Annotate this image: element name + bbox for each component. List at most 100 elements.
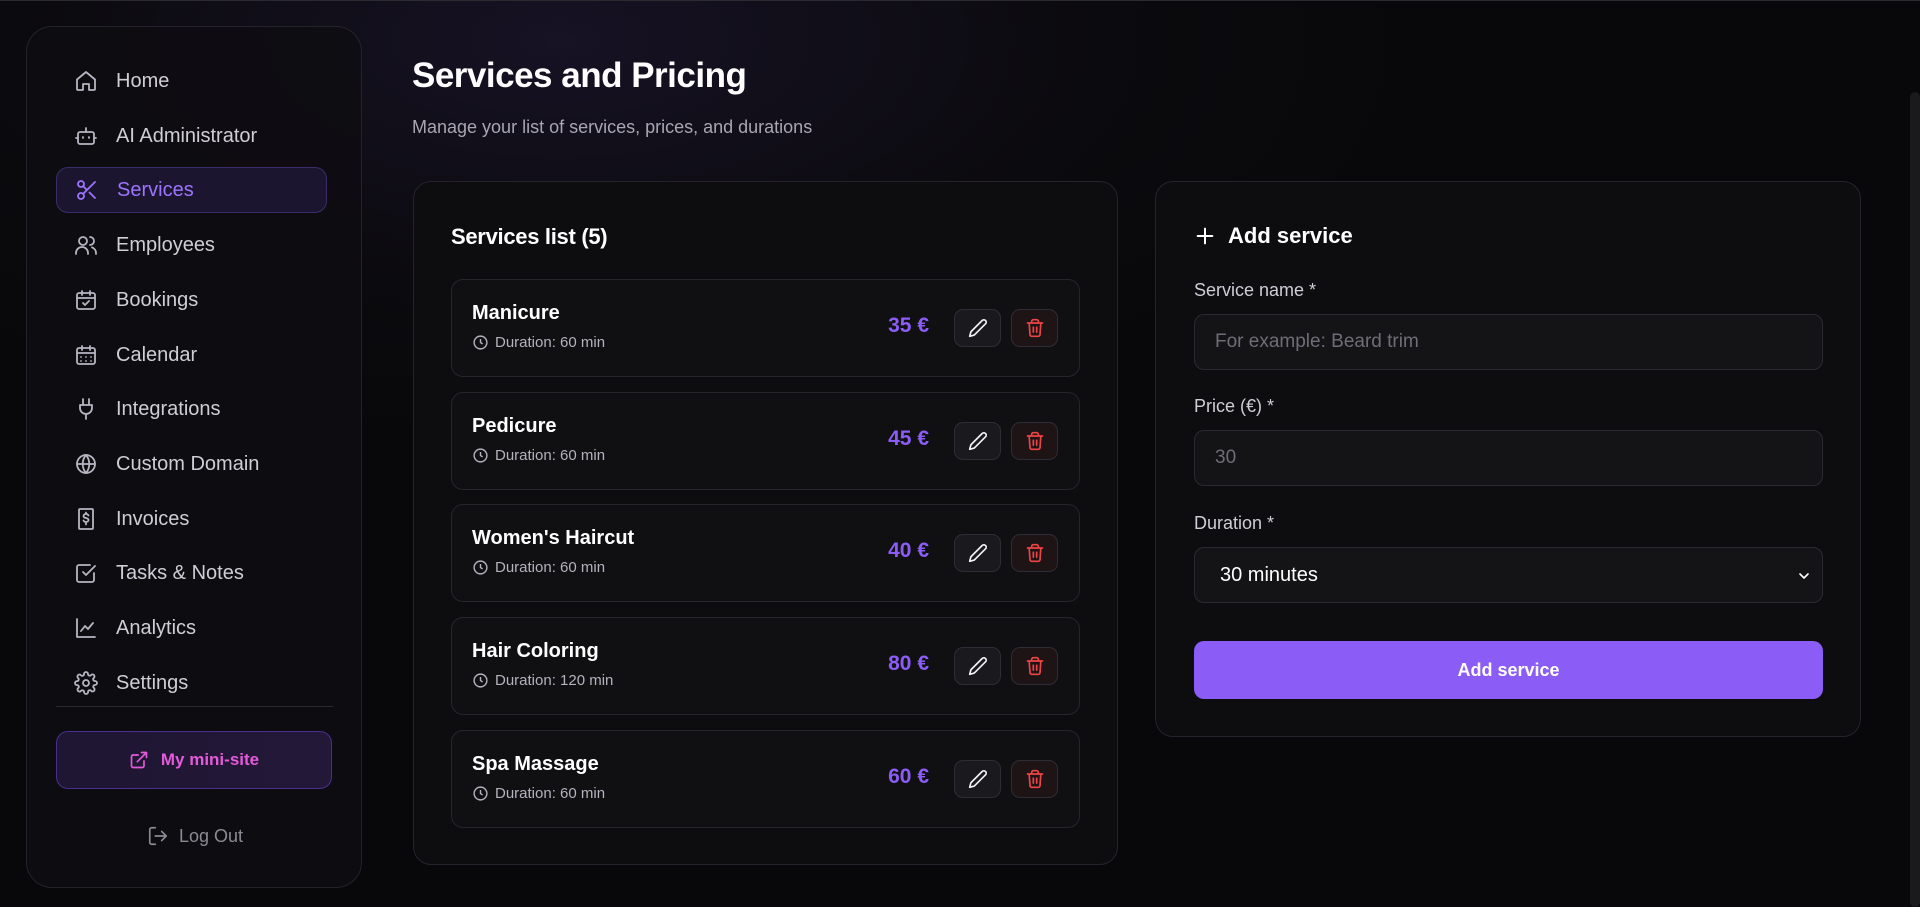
- external-link-icon: [130, 751, 148, 769]
- delete-service-button[interactable]: [1011, 647, 1058, 685]
- clock-icon: [473, 673, 488, 688]
- trash-icon: [1026, 656, 1043, 676]
- service-name: Women's Haircut: [472, 527, 635, 549]
- plug-icon: [72, 395, 100, 423]
- edit-service-button[interactable]: [954, 422, 1001, 460]
- sidebar-item-bookings[interactable]: Bookings: [56, 277, 327, 323]
- clock-icon: [473, 335, 488, 350]
- clock-icon: [473, 448, 488, 463]
- service-row: Pedicure Duration: 60 min 45 €: [451, 392, 1080, 490]
- service-duration: Duration: 120 min: [495, 672, 614, 689]
- calendar-icon: [72, 341, 100, 369]
- services-list-card: Services list (5) Manicure Duration: 60 …: [413, 181, 1118, 865]
- delete-service-button[interactable]: [1011, 309, 1058, 347]
- service-row: Manicure Duration: 60 min 35 €: [451, 279, 1080, 377]
- price-input[interactable]: [1194, 430, 1823, 486]
- sidebar-item-label: AI Administrator: [116, 124, 258, 147]
- add-service-title: Add service: [1194, 223, 1353, 249]
- sidebar-divider: [56, 706, 333, 707]
- sidebar-item-label: Services: [117, 178, 194, 201]
- home-icon: [72, 67, 100, 95]
- sidebar-item-services[interactable]: Services: [56, 167, 327, 213]
- sidebar-item-label: Settings: [116, 671, 189, 694]
- service-price: 40 €: [888, 539, 929, 562]
- edit-service-button[interactable]: [954, 309, 1001, 347]
- pencil-icon: [968, 657, 987, 676]
- mini-site-button[interactable]: My mini-site: [56, 731, 332, 789]
- pencil-icon: [968, 544, 987, 563]
- page-scrollbar[interactable]: [1910, 92, 1920, 907]
- trash-icon: [1026, 431, 1043, 451]
- mini-site-label: My mini-site: [160, 750, 260, 769]
- logout-button[interactable]: Log Out: [27, 821, 363, 851]
- add-service-button[interactable]: Add service: [1194, 641, 1823, 699]
- service-price: 80 €: [888, 652, 929, 675]
- edit-service-button[interactable]: [954, 534, 1001, 572]
- service-row: Spa Massage Duration: 60 min 60 €: [451, 730, 1080, 828]
- sidebar-item-label: Integrations: [116, 397, 221, 420]
- receipt-icon: [72, 505, 100, 533]
- sidebar-item-custom-domain[interactable]: Custom Domain: [56, 441, 327, 487]
- service-name-label: Service name *: [1194, 280, 1317, 300]
- sidebar-item-integrations[interactable]: Integrations: [56, 386, 327, 432]
- service-name: Pedicure: [472, 415, 557, 437]
- scissors-icon: [73, 176, 101, 204]
- calendar-check-icon: [72, 286, 100, 314]
- sidebar-item-employees[interactable]: Employees: [56, 222, 327, 268]
- sidebar-item-label: Tasks & Notes: [116, 561, 244, 584]
- trash-icon: [1026, 769, 1043, 789]
- add-service-card: Add service Service name * Price (€) * D…: [1155, 181, 1861, 737]
- users-icon: [72, 231, 100, 259]
- service-name: Hair Coloring: [472, 640, 599, 662]
- service-price: 45 €: [888, 427, 929, 450]
- sidebar-item-invoices[interactable]: Invoices: [56, 496, 327, 542]
- service-row: Hair Coloring Duration: 120 min 80 €: [451, 617, 1080, 715]
- pencil-icon: [968, 319, 987, 338]
- service-duration: Duration: 60 min: [495, 447, 606, 464]
- edit-service-button[interactable]: [954, 647, 1001, 685]
- delete-service-button[interactable]: [1011, 422, 1058, 460]
- service-price: 60 €: [888, 765, 929, 788]
- delete-service-button[interactable]: [1011, 760, 1058, 798]
- clock-icon: [473, 786, 488, 801]
- top-border: [0, 0, 1920, 1]
- sidebar: Home AI Administrator Services Employees…: [26, 26, 362, 888]
- service-row: Women's Haircut Duration: 60 min 40 €: [451, 504, 1080, 602]
- duration-selected-value: 30 minutes: [1220, 563, 1318, 586]
- chevron-down-icon: [1799, 573, 1809, 579]
- sidebar-item-label: Employees: [116, 233, 215, 256]
- checkbox-icon: [72, 559, 100, 587]
- page-title: Services and Pricing: [412, 56, 747, 95]
- bot-icon: [72, 122, 100, 150]
- pencil-icon: [968, 432, 987, 451]
- price-label: Price (€) *: [1194, 396, 1275, 416]
- trash-icon: [1026, 543, 1043, 563]
- sidebar-item-settings[interactable]: Settings: [56, 660, 327, 706]
- delete-service-button[interactable]: [1011, 534, 1058, 572]
- service-name-input[interactable]: [1194, 314, 1823, 370]
- chart-line-icon: [72, 614, 100, 642]
- page-subtitle: Manage your list of services, prices, an…: [412, 117, 813, 137]
- sidebar-item-label: Invoices: [116, 507, 190, 530]
- services-list-title: Services list (5): [451, 224, 608, 249]
- service-name: Manicure: [472, 302, 560, 324]
- globe-icon: [72, 450, 100, 478]
- logout-icon: [148, 826, 168, 846]
- duration-select[interactable]: 30 minutes: [1194, 547, 1823, 603]
- clock-icon: [473, 560, 488, 575]
- gear-icon: [72, 669, 100, 697]
- logout-label: Log Out: [178, 825, 244, 846]
- sidebar-item-ai-administrator[interactable]: AI Administrator: [56, 113, 327, 159]
- sidebar-item-label: Analytics: [116, 616, 197, 639]
- trash-icon: [1026, 318, 1043, 338]
- sidebar-item-label: Home: [116, 69, 170, 92]
- sidebar-item-analytics[interactable]: Analytics: [56, 605, 327, 651]
- service-price: 35 €: [888, 314, 929, 337]
- sidebar-item-tasks-notes[interactable]: Tasks & Notes: [56, 550, 327, 596]
- edit-service-button[interactable]: [954, 760, 1001, 798]
- sidebar-item-calendar[interactable]: Calendar: [56, 332, 327, 378]
- sidebar-item-label: Custom Domain: [116, 452, 260, 475]
- sidebar-item-label: Bookings: [116, 288, 199, 311]
- sidebar-item-home[interactable]: Home: [56, 58, 327, 104]
- sidebar-item-label: Calendar: [116, 343, 198, 366]
